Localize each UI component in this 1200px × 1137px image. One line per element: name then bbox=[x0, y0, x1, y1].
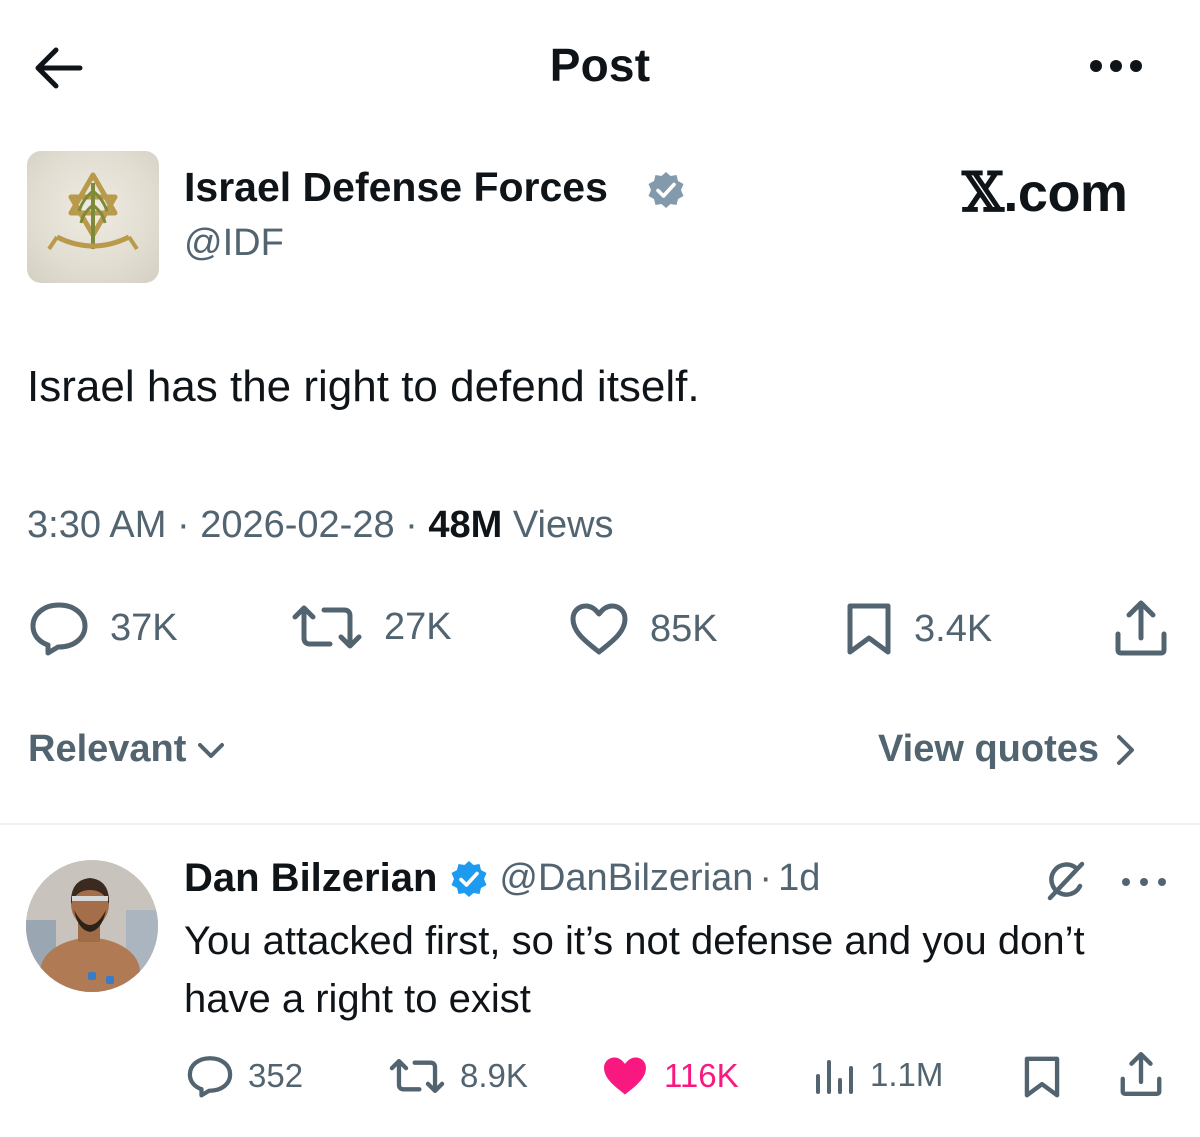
sort-replies-dropdown[interactable]: Relevant bbox=[28, 728, 228, 771]
meta-separator: · bbox=[176, 504, 190, 546]
reply-like-button[interactable]: 116K bbox=[600, 1054, 739, 1098]
reply-reply-button[interactable]: 352 bbox=[186, 1054, 303, 1098]
verified-badge-icon bbox=[646, 170, 686, 210]
site-watermark: 𝕏.com bbox=[962, 160, 1128, 224]
reply-share-button[interactable] bbox=[1118, 1050, 1164, 1098]
reply-icon bbox=[30, 602, 88, 656]
reply-repost-count: 8.9K bbox=[460, 1057, 528, 1094]
chevron-down-icon bbox=[198, 742, 225, 758]
post-text: Israel has the right to defend itself. bbox=[27, 362, 700, 411]
post-date[interactable]: 2026-02-28 bbox=[200, 504, 394, 546]
reply-repost-button[interactable]: 8.9K bbox=[388, 1056, 528, 1096]
bookmark-button[interactable]: 3.4K bbox=[844, 600, 992, 658]
heart-filled-icon bbox=[604, 1057, 646, 1095]
bookmark-icon bbox=[847, 603, 891, 655]
reply-like-count: 116K bbox=[664, 1057, 739, 1094]
repost-count: 27K bbox=[384, 605, 452, 648]
grok-button[interactable] bbox=[1042, 858, 1088, 904]
divider bbox=[0, 823, 1200, 825]
reply-reply-count: 352 bbox=[248, 1057, 304, 1094]
view-quotes-link[interactable]: View quotes bbox=[878, 728, 1139, 771]
reply-icon bbox=[187, 1056, 233, 1098]
reply-author-handle[interactable]: @DanBilzerian bbox=[499, 857, 753, 900]
post-time[interactable]: 3:30 AM bbox=[27, 504, 166, 546]
reply-author-avatar[interactable] bbox=[26, 860, 158, 992]
x-logo: 𝕏 bbox=[962, 160, 1004, 224]
reply-views-button[interactable]: 1.1M bbox=[814, 1054, 943, 1096]
reply-author-name[interactable]: Dan Bilzerian bbox=[184, 856, 437, 901]
idf-emblem-icon bbox=[47, 172, 139, 251]
more-horizontal-icon bbox=[1122, 878, 1166, 886]
more-options-button[interactable] bbox=[1086, 54, 1146, 78]
share-button[interactable] bbox=[1112, 598, 1170, 658]
reply-views-count: 1.1M bbox=[870, 1056, 944, 1093]
more-horizontal-icon bbox=[1090, 60, 1142, 72]
verified-badge-icon bbox=[451, 860, 487, 897]
author-avatar[interactable] bbox=[27, 151, 159, 283]
views-label: Views bbox=[512, 504, 614, 546]
author-name[interactable]: Israel Defense Forces bbox=[184, 164, 608, 211]
views-count[interactable]: 48M bbox=[428, 504, 502, 546]
reply-bookmark-button[interactable] bbox=[1022, 1054, 1062, 1100]
repost-icon bbox=[389, 1058, 445, 1094]
post-meta: 3:30 AM · 2026-02-28 · 48M Views bbox=[27, 504, 614, 547]
reply-text: You attacked first, so it’s not defense … bbox=[184, 919, 1085, 1021]
reply-count: 37K bbox=[110, 606, 178, 649]
like-count: 85K bbox=[650, 607, 718, 650]
repost-button[interactable]: 27K bbox=[290, 602, 452, 652]
share-icon bbox=[1120, 1051, 1162, 1097]
person-photo-icon bbox=[26, 860, 158, 992]
heart-icon bbox=[570, 603, 628, 655]
page-title: Post bbox=[549, 39, 651, 91]
reply-header: Dan Bilzerian @DanBilzerian · 1d bbox=[184, 856, 820, 901]
author-handle[interactable]: @IDF bbox=[184, 222, 284, 265]
meta-separator: · bbox=[759, 857, 773, 899]
reply-button[interactable]: 37K bbox=[28, 600, 178, 656]
repost-icon bbox=[292, 605, 362, 649]
chevron-right-icon bbox=[1117, 734, 1135, 765]
reply-more-options-button[interactable] bbox=[1118, 874, 1170, 890]
sort-label: Relevant bbox=[28, 728, 187, 770]
reply-age[interactable]: 1d bbox=[778, 857, 820, 900]
like-button[interactable]: 85K bbox=[568, 602, 718, 656]
watermark-domain: .com bbox=[1003, 163, 1128, 223]
bookmark-count: 3.4K bbox=[914, 607, 993, 650]
meta-separator: · bbox=[405, 504, 418, 546]
share-icon bbox=[1115, 600, 1167, 656]
grok-icon bbox=[1047, 861, 1085, 901]
view-quotes-label: View quotes bbox=[878, 728, 1100, 770]
bookmark-icon bbox=[1024, 1056, 1060, 1098]
analytics-icon bbox=[816, 1060, 853, 1094]
